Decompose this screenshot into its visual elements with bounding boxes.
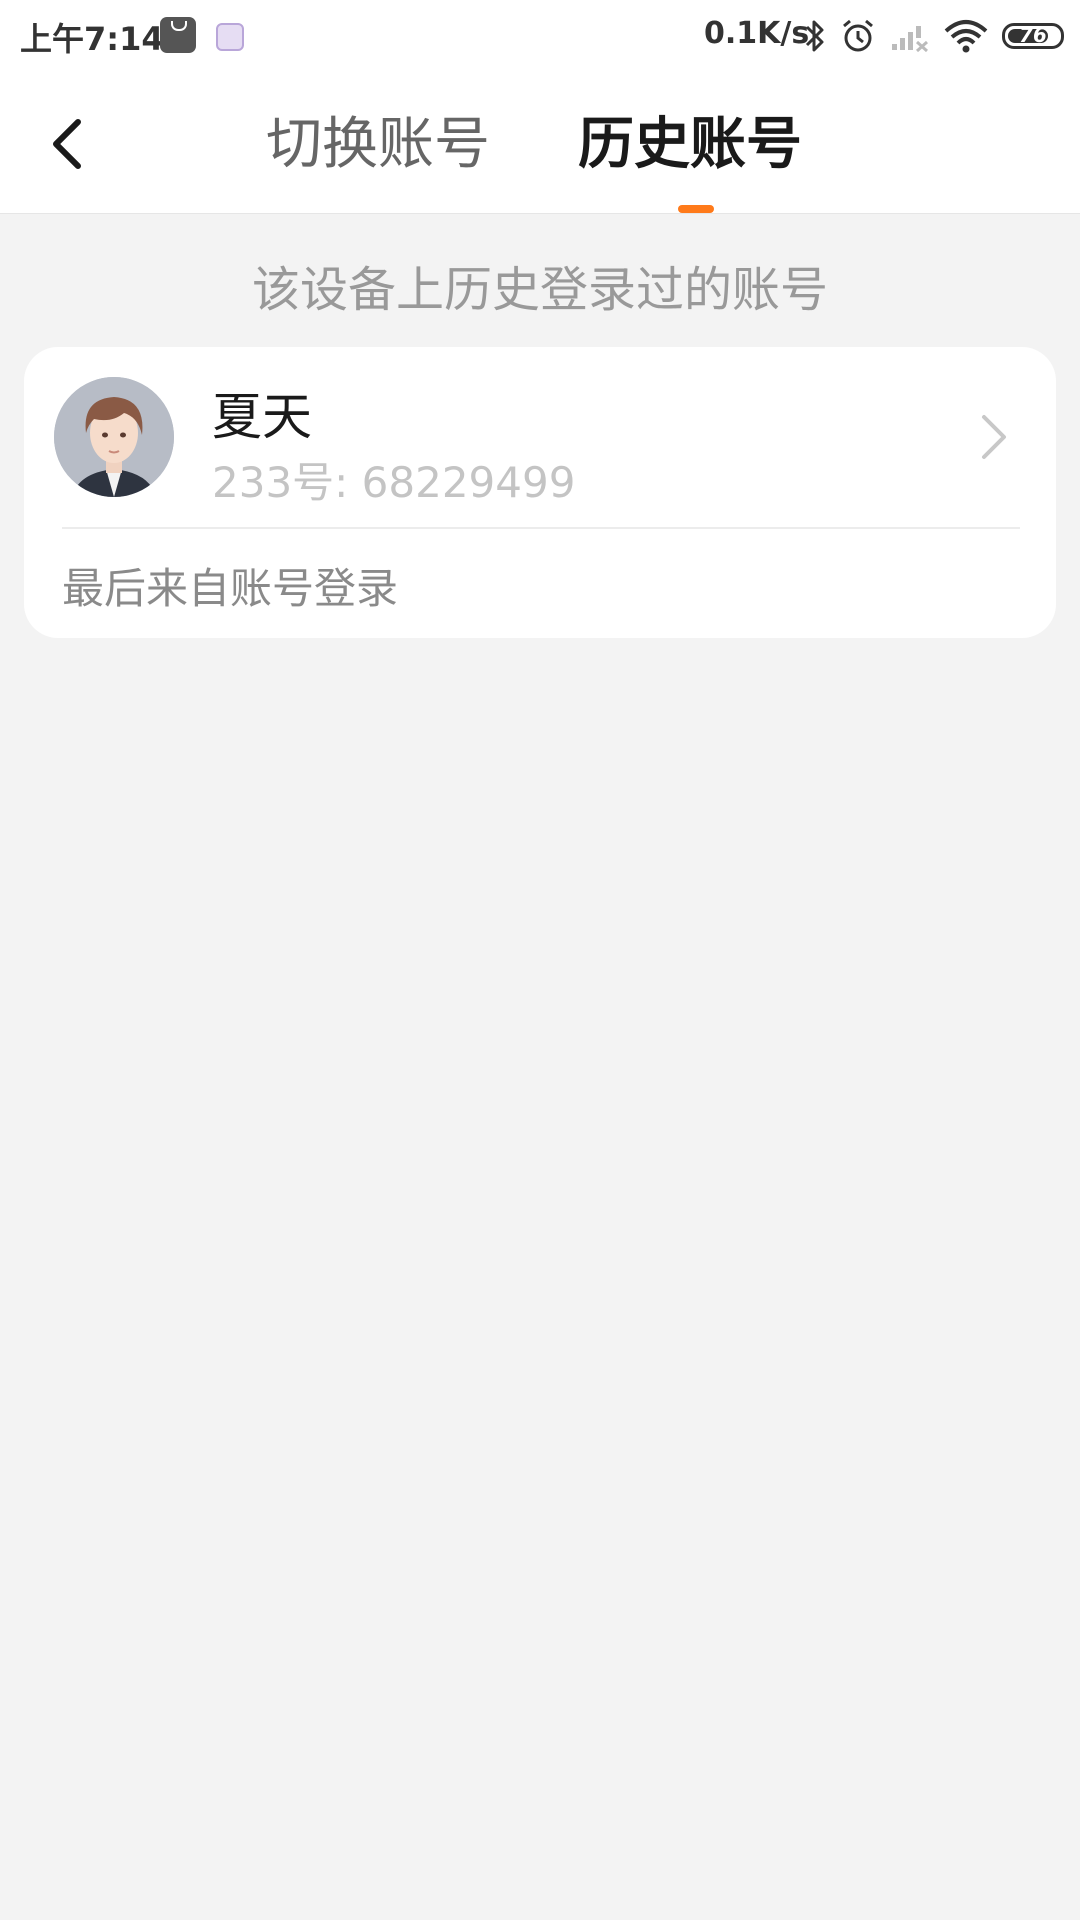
signal-icon xyxy=(892,26,929,52)
network-speed: 0.1K/s xyxy=(704,16,810,51)
app-notification-icon xyxy=(216,23,244,51)
tab-active-indicator xyxy=(678,205,714,213)
account-id: 233号: 68229499 xyxy=(212,458,576,507)
account-card[interactable]: 夏天 233号: 68229499 最后来自账号登录 xyxy=(24,347,1056,638)
avatar xyxy=(54,377,174,497)
header: 切换账号 历史账号 xyxy=(0,72,1080,214)
back-button[interactable] xyxy=(40,112,100,176)
status-time: 上午7:14 xyxy=(20,20,164,58)
back-arrow-icon xyxy=(53,119,81,169)
chevron-right-icon xyxy=(982,415,1006,459)
status-bar: 上午7:14 0.1K/s 76 xyxy=(0,0,1080,72)
account-name: 夏天 xyxy=(212,388,312,446)
last-login-text: 最后来自账号登录 xyxy=(62,564,399,613)
tab-switch-account[interactable]: 切换账号 xyxy=(266,110,490,180)
wifi-icon xyxy=(944,20,988,53)
divider xyxy=(62,527,1020,529)
bluetooth-icon xyxy=(805,20,824,52)
history-hint-text: 该设备上历史登录过的账号 xyxy=(251,262,828,318)
alarm-icon xyxy=(843,19,873,52)
mi-store-icon xyxy=(160,17,196,53)
battery-level: 76 xyxy=(1019,23,1047,47)
battery-icon: 76 xyxy=(1002,23,1064,49)
status-icons: 76 xyxy=(804,14,1064,58)
tab-history-account[interactable]: 历史账号 xyxy=(578,110,802,180)
